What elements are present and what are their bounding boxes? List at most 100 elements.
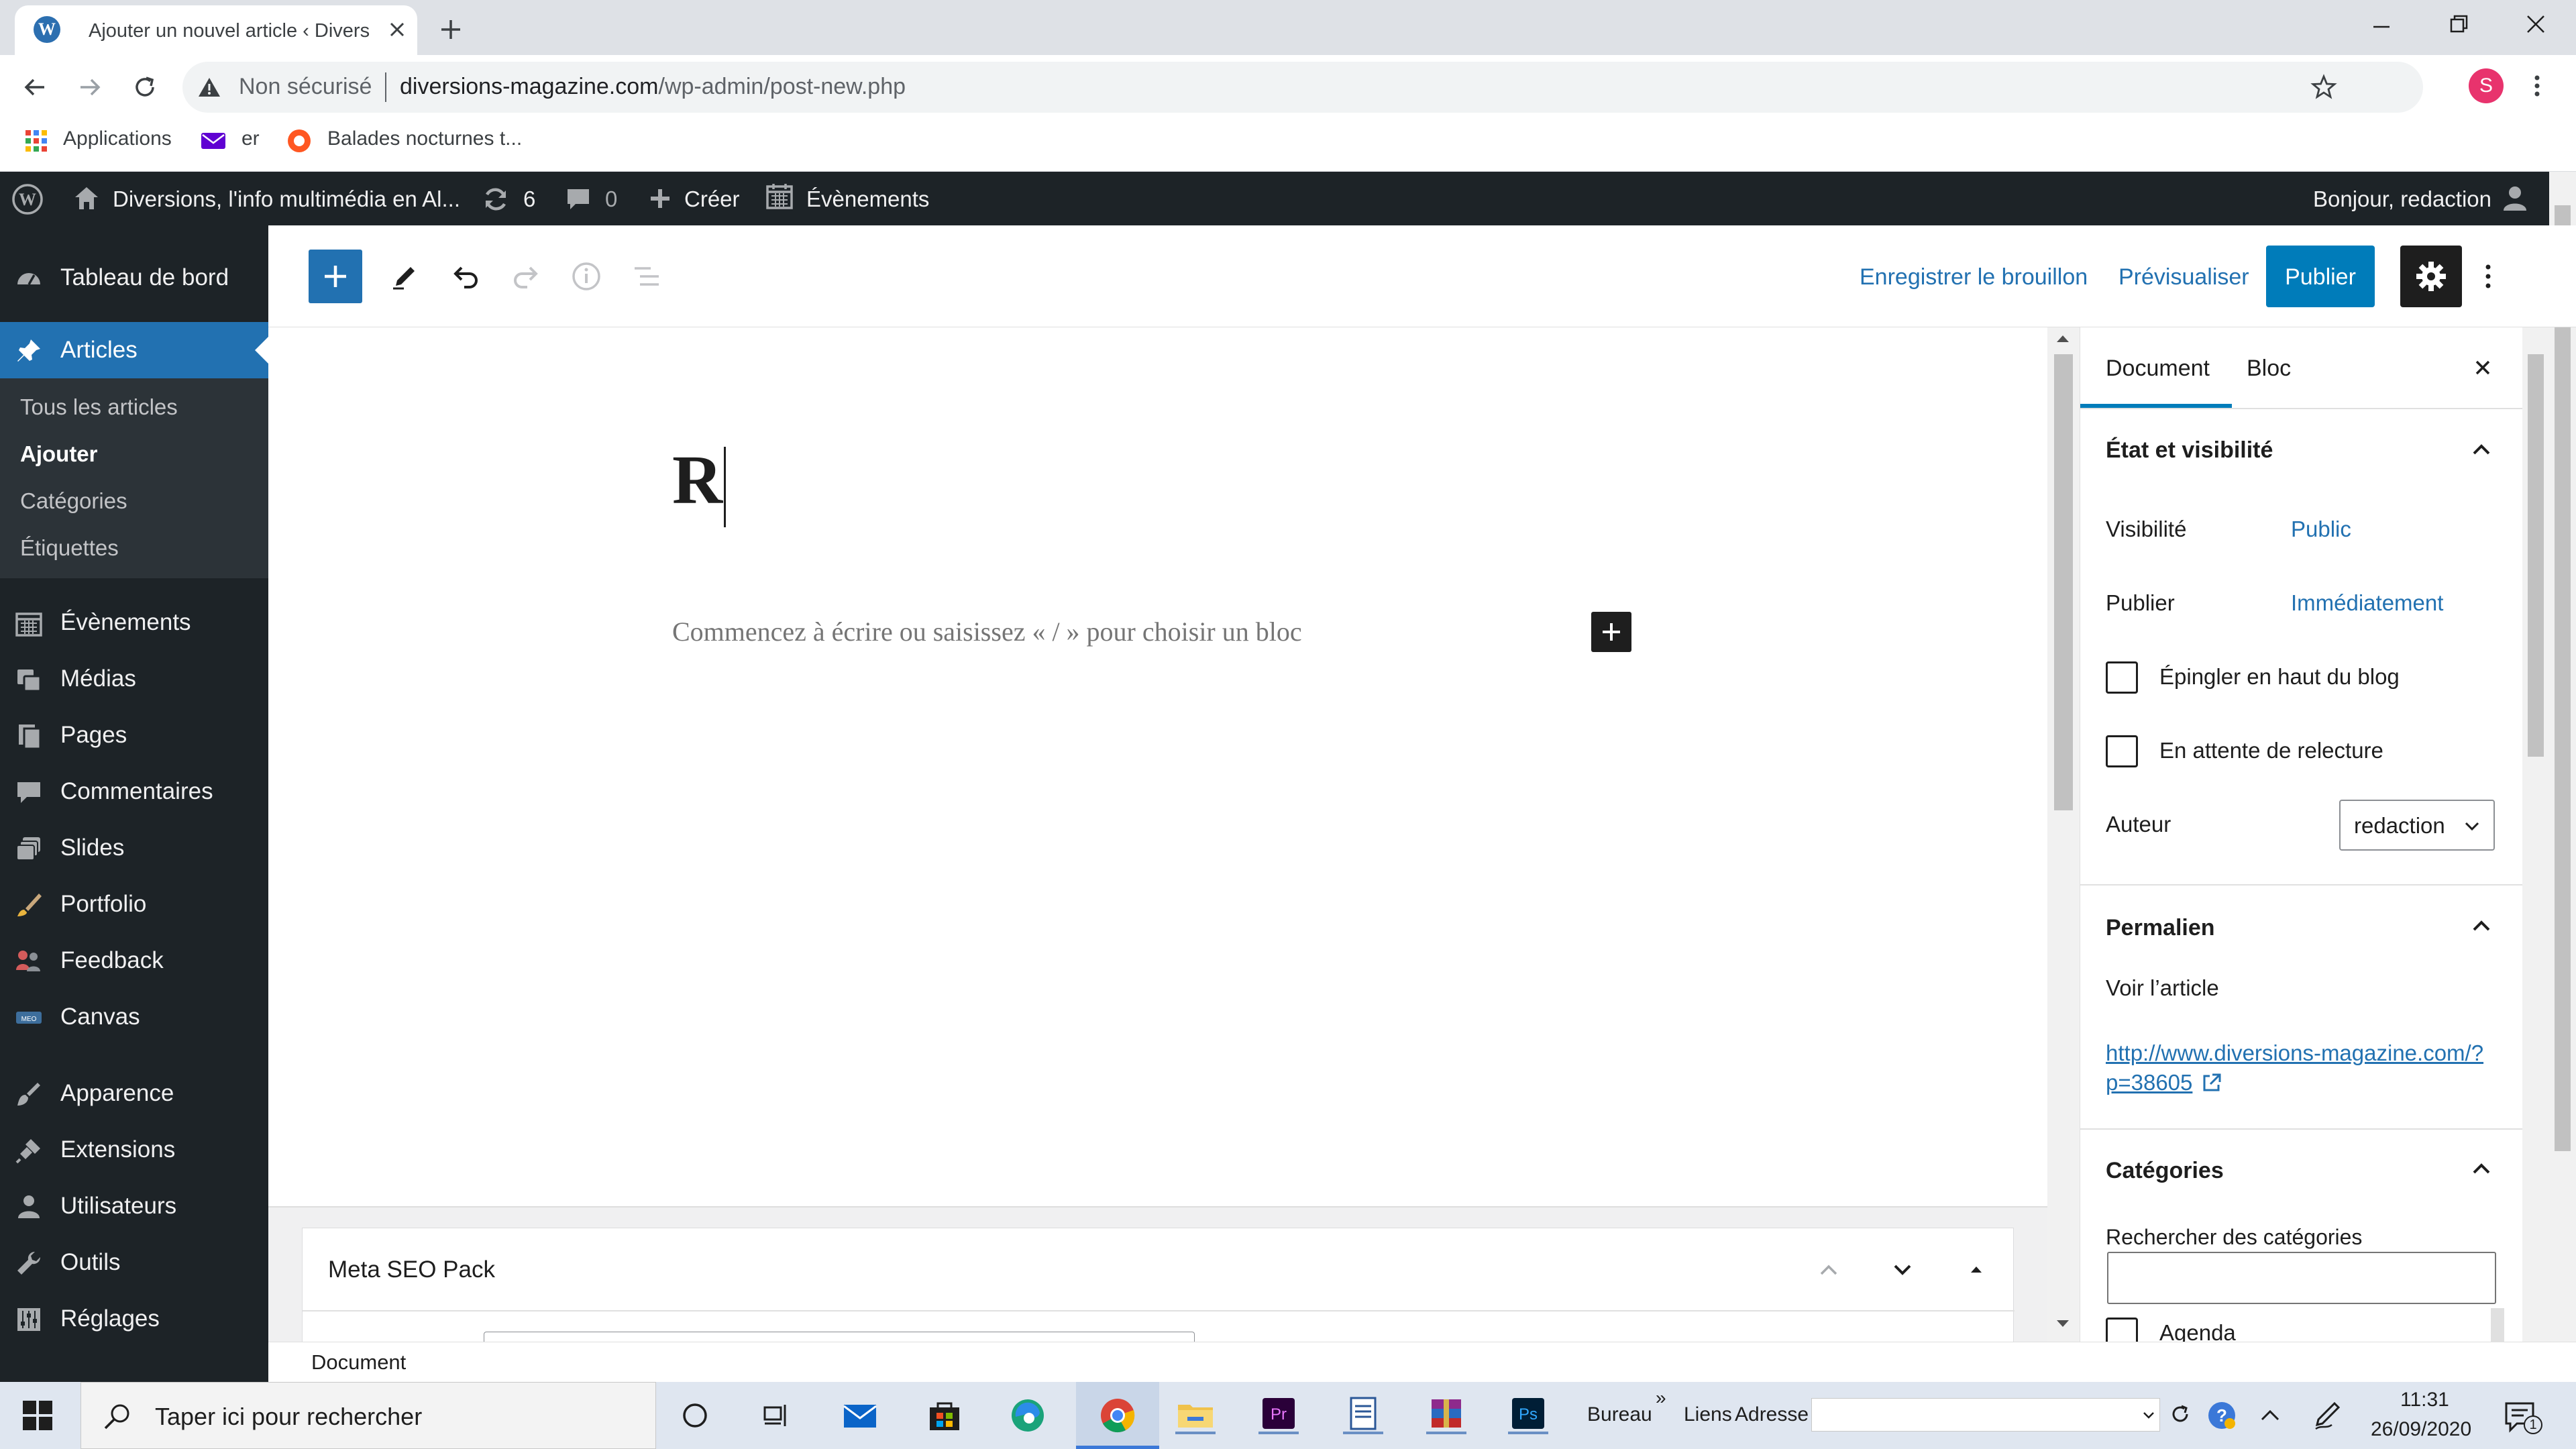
photoshop-app-icon[interactable]: Ps	[1508, 1397, 1548, 1434]
add-block-button[interactable]	[309, 250, 362, 303]
collapse-status-icon[interactable]	[2465, 433, 2498, 466]
browser-tab[interactable]: W Ajouter un nouvel article ‹ Diversions	[15, 5, 417, 55]
save-draft-button[interactable]: Enregistrer le brouillon	[1860, 264, 2088, 290]
inline-add-block-button[interactable]	[1591, 612, 1631, 652]
scroll-down-arrow-icon[interactable]	[2057, 1320, 2069, 1327]
address-dropdown-icon[interactable]	[2141, 1407, 2157, 1423]
chrome-taskbar-button[interactable]	[1076, 1382, 1159, 1449]
canvas-scrollbar-thumb[interactable]	[2054, 354, 2073, 810]
events-link[interactable]: Évènements	[806, 186, 929, 212]
new-tab-icon[interactable]	[436, 15, 466, 44]
forward-icon[interactable]	[75, 72, 105, 102]
toolbar-overflow-icon[interactable]: »	[1656, 1387, 1666, 1409]
warning-icon[interactable]	[197, 75, 221, 99]
menu-dashboard[interactable]: Tableau de bord	[0, 250, 268, 306]
bookmark-er[interactable]: er	[241, 127, 260, 150]
apps-grid-icon[interactable]	[23, 127, 50, 154]
updates-icon[interactable]	[480, 184, 511, 215]
edge-app-icon[interactable]	[1009, 1397, 1046, 1434]
menu-tools[interactable]: Outils	[0, 1234, 268, 1291]
comments-icon[interactable]	[565, 185, 592, 212]
user-avatar-icon[interactable]	[2500, 182, 2530, 213]
address-go-icon[interactable]	[2165, 1399, 2195, 1429]
sidebar-scrollbar-thumb[interactable]	[2528, 354, 2544, 757]
tab-block[interactable]: Bloc	[2232, 327, 2332, 408]
calendar-icon[interactable]	[765, 181, 794, 211]
page-scrollbar[interactable]	[2549, 172, 2576, 1382]
updates-count[interactable]: 6	[523, 186, 535, 212]
author-select[interactable]: redaction	[2339, 800, 2495, 851]
create-link[interactable]: Créer	[684, 186, 740, 212]
close-tab-icon[interactable]	[382, 15, 412, 44]
document-app-icon[interactable]	[1343, 1397, 1383, 1434]
menu-appearance[interactable]: Apparence	[0, 1065, 268, 1122]
move-up-icon[interactable]	[1812, 1252, 1845, 1286]
collapse-categories-icon[interactable]	[2465, 1152, 2498, 1185]
minimize-icon[interactable]	[2368, 13, 2395, 40]
menu-portfolio[interactable]: Portfolio	[0, 876, 268, 932]
file-explorer-app-icon[interactable]	[1175, 1397, 1216, 1434]
browser-menu-icon[interactable]	[2529, 71, 2545, 101]
pending-review-checkbox[interactable]	[2106, 735, 2138, 767]
reload-icon[interactable]	[130, 72, 160, 102]
clock-date[interactable]: 26/09/2020	[2371, 1418, 2471, 1441]
permalink-header[interactable]: Permalien	[2106, 915, 2215, 941]
categories-header[interactable]: Catégories	[2106, 1158, 2224, 1184]
sidebar-scrollbar[interactable]	[2522, 327, 2549, 1342]
site-name-link[interactable]: Diversions, l'info multimédia en Al...	[113, 186, 460, 212]
page-scrollbar-thumb[interactable]	[2555, 205, 2571, 1151]
winrar-app-icon[interactable]	[1426, 1397, 1466, 1434]
submenu-categories[interactable]: Catégories	[20, 488, 127, 514]
move-down-icon[interactable]	[1886, 1252, 1919, 1286]
publish-button[interactable]: Publier	[2266, 246, 2375, 307]
submenu-all-articles[interactable]: Tous les articles	[20, 394, 178, 420]
menu-plugins[interactable]: Extensions	[0, 1122, 268, 1178]
address-toolbar-input[interactable]	[1811, 1398, 2160, 1432]
back-icon[interactable]	[20, 72, 50, 102]
more-options-icon[interactable]	[2478, 260, 2498, 292]
greeting-link[interactable]: Bonjour, redaction	[2313, 186, 2491, 212]
address-bar[interactable]: Non sécurisé diversions-magazine.com/wp-…	[182, 62, 2423, 113]
show-hidden-icons-icon[interactable]	[2255, 1401, 2285, 1430]
canvas-scrollbar[interactable]	[2047, 327, 2080, 1342]
url-text[interactable]: diversions-magazine.com/wp-admin/post-ne…	[400, 74, 906, 100]
premiere-app-icon[interactable]: Pr	[1258, 1397, 1299, 1434]
cortana-icon[interactable]	[680, 1401, 710, 1430]
permalink-url[interactable]: http://www.diversions-magazine.com/? p=3…	[2106, 1038, 2483, 1097]
sticky-checkbox[interactable]	[2106, 661, 2138, 694]
visibility-value[interactable]: Public	[2291, 517, 2351, 542]
preview-button[interactable]: Prévisualiser	[2118, 264, 2249, 290]
scroll-up-arrow-icon[interactable]	[2057, 335, 2069, 342]
help-icon[interactable]: ?	[2206, 1399, 2238, 1432]
comments-count[interactable]: 0	[605, 186, 617, 212]
links-toolbar-label[interactable]: Liens	[1684, 1403, 1732, 1426]
block-breadcrumb[interactable]: Document	[311, 1350, 406, 1375]
bookmark-site-icon[interactable]	[286, 127, 313, 154]
security-label[interactable]: Non sécurisé	[239, 74, 372, 100]
restore-icon[interactable]	[2445, 11, 2472, 38]
mail-app-icon[interactable]	[841, 1398, 879, 1433]
taskbar-search-box[interactable]: Taper ici pour rechercher	[80, 1382, 656, 1449]
menu-feedback[interactable]: Feedback	[0, 932, 268, 989]
mail-icon[interactable]	[200, 130, 227, 152]
pending-review-label[interactable]: En attente de relecture	[2159, 738, 2383, 763]
sticky-label[interactable]: Épingler en haut du blog	[2159, 664, 2400, 690]
collapse-permalink-icon[interactable]	[2465, 910, 2498, 942]
edit-tool-icon[interactable]	[377, 250, 431, 303]
close-sidebar-icon[interactable]	[2468, 353, 2498, 382]
menu-comments[interactable]: Commentaires	[0, 763, 268, 820]
settings-button[interactable]	[2400, 246, 2462, 307]
publish-date-value[interactable]: Immédiatement	[2291, 590, 2443, 616]
categories-list-scrollbar[interactable]	[2491, 1308, 2504, 1342]
info-icon[interactable]	[559, 250, 613, 303]
bookmark-applications[interactable]: Applications	[63, 127, 172, 150]
close-window-icon[interactable]	[2522, 11, 2549, 38]
toggle-panel-icon[interactable]	[1960, 1252, 1993, 1286]
pen-icon[interactable]	[2312, 1399, 2344, 1432]
task-view-icon[interactable]	[762, 1401, 792, 1430]
metabox-title[interactable]: Meta SEO Pack	[328, 1256, 495, 1283]
status-visibility-header[interactable]: État et visibilité	[2106, 437, 2273, 464]
block-placeholder[interactable]: Commencez à écrire ou saisissez « / » po…	[672, 616, 1302, 647]
menu-users[interactable]: Utilisateurs	[0, 1178, 268, 1234]
undo-icon[interactable]	[439, 250, 492, 303]
